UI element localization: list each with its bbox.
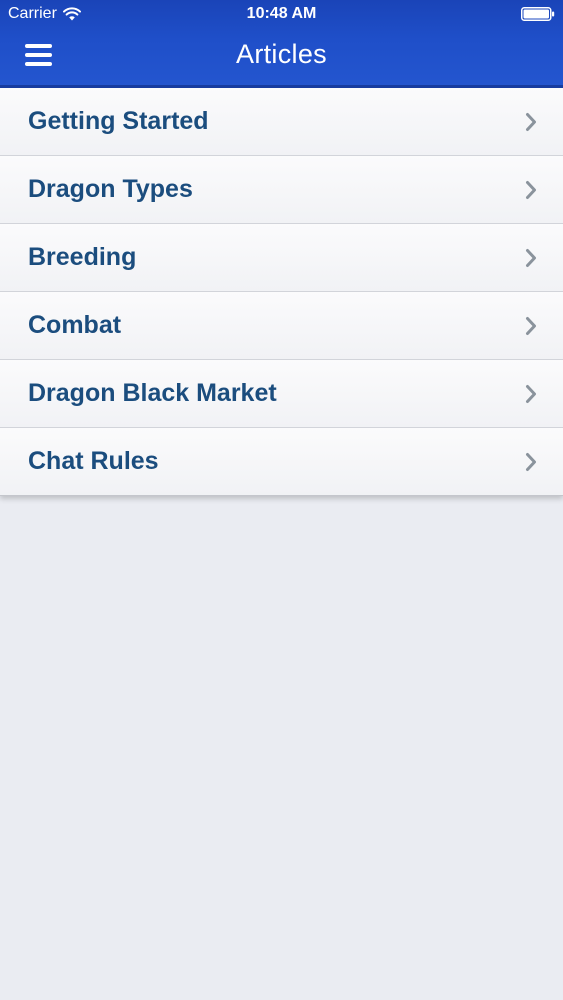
chevron-right-icon [526, 453, 536, 471]
list-item-label: Breeding [28, 243, 137, 271]
navigation-bar: Articles [0, 28, 563, 85]
list-item-getting-started[interactable]: Getting Started [0, 88, 563, 156]
app-header: Carrier 10:48 AM Articles [0, 0, 563, 88]
list-item-label: Dragon Black Market [28, 379, 277, 407]
list-item-dragon-black-market[interactable]: Dragon Black Market [0, 360, 563, 428]
list-item-label: Getting Started [28, 107, 209, 135]
list-item-label: Dragon Types [28, 175, 193, 203]
status-time: 10:48 AM [246, 5, 317, 22]
chevron-right-icon [526, 113, 536, 131]
list-item-dragon-types[interactable]: Dragon Types [0, 156, 563, 224]
chevron-right-icon [526, 181, 536, 199]
article-list: Getting Started Dragon Types Breeding Co… [0, 88, 563, 496]
battery-icon [521, 7, 555, 21]
chevron-right-icon [526, 385, 536, 403]
chevron-right-icon [526, 317, 536, 335]
list-item-label: Combat [28, 311, 122, 339]
page-title: Articles [236, 39, 327, 69]
status-bar: Carrier 10:48 AM [0, 0, 563, 28]
list-item-combat[interactable]: Combat [0, 292, 563, 360]
list-item-breeding[interactable]: Breeding [0, 224, 563, 292]
chevron-right-icon [526, 249, 536, 267]
list-item-chat-rules[interactable]: Chat Rules [0, 428, 563, 496]
list-item-label: Chat Rules [28, 447, 159, 475]
